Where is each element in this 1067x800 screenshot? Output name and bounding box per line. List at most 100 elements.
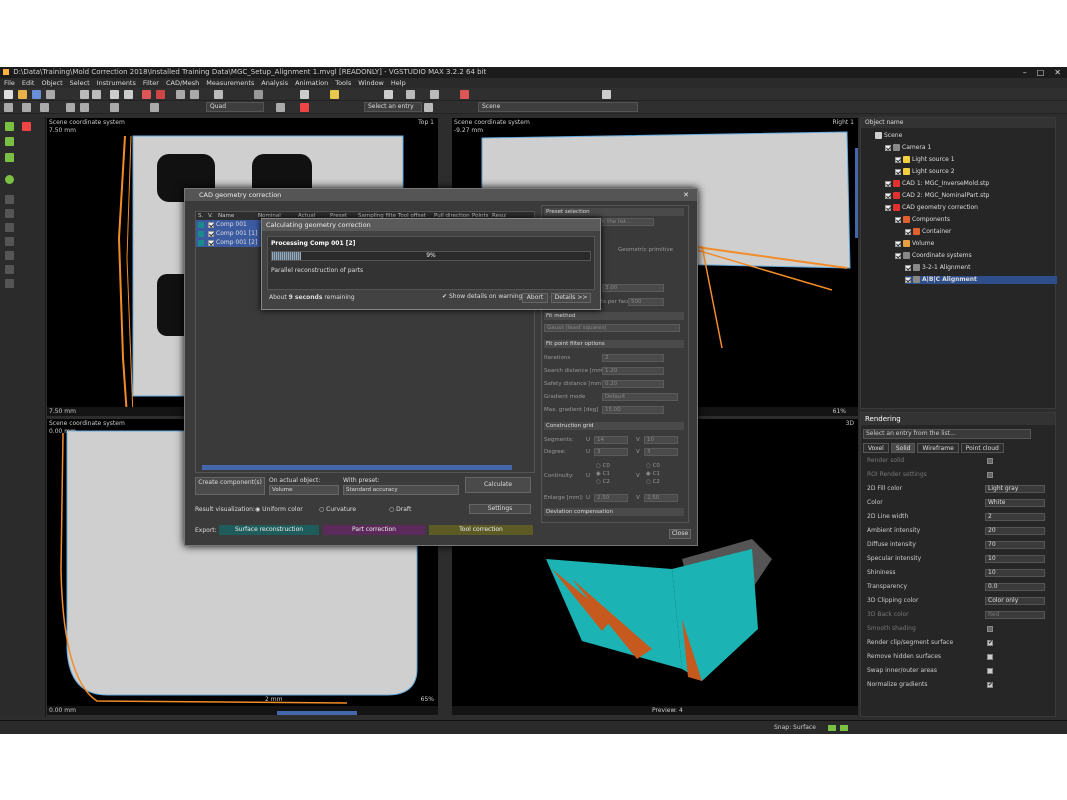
cut-icon[interactable]	[110, 90, 119, 99]
open-icon[interactable]	[18, 90, 27, 99]
degree-v-value[interactable]: 3	[644, 448, 678, 456]
create-components-button[interactable]: Create component(s)	[195, 477, 265, 495]
search-distance-value[interactable]: 1.20	[602, 367, 664, 375]
visible-checkbox[interactable]	[208, 239, 214, 246]
rendering-row-value[interactable]: 0.0	[985, 583, 1045, 591]
table-column-header[interactable]: S.	[198, 212, 206, 220]
visibility-checkbox[interactable]	[885, 204, 891, 211]
continuity-option[interactable]: ◉ C1	[596, 470, 610, 478]
iterations-value[interactable]: 2	[602, 354, 664, 362]
result-option-radio[interactable]: ○ Curvature	[319, 506, 356, 513]
print-icon[interactable]	[46, 90, 55, 99]
cross-icon[interactable]	[22, 122, 31, 131]
menu-item[interactable]: File	[4, 78, 15, 88]
import-icon[interactable]	[142, 90, 151, 99]
table-column-header[interactable]: Name	[218, 212, 256, 220]
menu-item[interactable]: Analysis	[261, 78, 288, 88]
volume-icon[interactable]	[156, 90, 165, 99]
object-tree-item[interactable]: Volume	[895, 240, 934, 248]
undo-icon[interactable]	[80, 90, 89, 99]
safety-distance-value[interactable]: 0.20	[602, 380, 664, 388]
rendering-row-value[interactable]: 70	[985, 541, 1045, 549]
view-icon[interactable]	[4, 103, 13, 112]
max-points-value[interactable]: 500	[628, 298, 664, 306]
actual-object-select[interactable]: Volume	[269, 485, 339, 495]
object-tree-item[interactable]: CAD geometry correction	[885, 204, 978, 212]
rendering-row-checkbox[interactable]	[987, 654, 993, 660]
geometric-primitive-option[interactable]: Geometric primitive	[618, 246, 673, 254]
menu-item[interactable]: Window	[358, 78, 384, 88]
continuity-option[interactable]: ◉ C1	[646, 470, 660, 478]
fit-method-select[interactable]: Gauss (least squares)	[544, 324, 680, 332]
enlarge-u-value[interactable]: 2.50	[594, 494, 628, 502]
rendering-row-value[interactable]: 10	[985, 555, 1045, 563]
visibility-checkbox[interactable]	[885, 180, 891, 187]
details-button[interactable]: Details >>	[551, 293, 591, 303]
pin-icon[interactable]	[424, 103, 433, 112]
enlarge-v-value[interactable]: 2.50	[644, 494, 678, 502]
max-gradient-value[interactable]: 15.00	[602, 406, 664, 414]
continuity-option[interactable]: ○ C0	[646, 462, 660, 470]
menu-item[interactable]: Animation	[295, 78, 328, 88]
render-icon[interactable]	[40, 103, 49, 112]
new-icon[interactable]	[4, 90, 13, 99]
rendering-row-checkbox[interactable]: ✔	[987, 639, 993, 646]
show-details-checkbox[interactable]: ✔ Show details on warnings	[442, 293, 525, 300]
tool-4-icon[interactable]	[5, 237, 14, 246]
object-tree-item[interactable]: CAD 1: MGC_InverseMold.stp	[885, 180, 989, 188]
visibility-checkbox[interactable]	[895, 168, 901, 175]
rendering-row-value[interactable]: White	[985, 499, 1045, 507]
tool-1-icon[interactable]	[5, 195, 14, 204]
rendering-row-value[interactable]: 10	[985, 569, 1045, 577]
cursor-icon[interactable]	[602, 90, 611, 99]
segments-u-value[interactable]: 14	[594, 436, 628, 444]
vertical-scrollbar[interactable]	[855, 148, 858, 238]
redo-icon[interactable]	[92, 90, 101, 99]
gradient-mode-select[interactable]: Default	[602, 393, 678, 401]
export-part-correction-button[interactable]: Part correction	[323, 525, 425, 535]
object-tree-item[interactable]: Scene	[875, 132, 902, 140]
scene-combo[interactable]: Scene	[478, 102, 638, 112]
visibility-checkbox[interactable]	[885, 192, 891, 199]
layout-combo[interactable]: Quad	[206, 102, 264, 112]
rendering-tab[interactable]: Solid	[890, 443, 916, 453]
tool-5-icon[interactable]	[5, 251, 14, 260]
camera-icon[interactable]	[276, 103, 285, 112]
move-icon[interactable]	[384, 90, 393, 99]
export-tool-correction-button[interactable]: Tool correction	[429, 525, 533, 535]
visibility-checkbox[interactable]	[905, 276, 911, 283]
rendering-tab[interactable]: Wireframe	[917, 443, 959, 453]
rendering-row-value[interactable]: 2	[985, 513, 1045, 521]
rendering-tab[interactable]: Point cloud	[960, 443, 1004, 453]
rendering-row-value[interactable]: Color only	[985, 597, 1045, 605]
continuity-option[interactable]: ○ C0	[596, 462, 610, 470]
region-icon[interactable]	[5, 137, 14, 146]
maximize-icon[interactable]: □	[1037, 67, 1045, 78]
table-column-header[interactable]: V.	[208, 212, 216, 220]
rendering-entry-select[interactable]: Select an entry from the list...	[863, 429, 1031, 439]
rendering-row-checkbox[interactable]	[987, 472, 993, 478]
tool-6-icon[interactable]	[5, 265, 14, 274]
menu-item[interactable]: Select	[70, 78, 90, 88]
rendering-row-checkbox[interactable]	[987, 458, 993, 464]
object-tree-item[interactable]: Camera 1	[885, 144, 931, 152]
menu-item[interactable]: Instruments	[97, 78, 136, 88]
warning-icon[interactable]	[300, 103, 309, 112]
visible-checkbox[interactable]	[208, 230, 214, 237]
rendering-tab[interactable]: Voxel	[863, 443, 889, 453]
object-tree-item[interactable]: A|B|C Alignment	[905, 276, 1057, 284]
paint-icon[interactable]	[460, 90, 469, 99]
dialog-close-icon[interactable]: ✕	[683, 189, 689, 201]
object-tree-item[interactable]: Container	[905, 228, 951, 236]
preset-select[interactable]: Standard accuracy	[343, 485, 459, 495]
continuity-option[interactable]: ○ C2	[596, 478, 610, 486]
save-icon[interactable]	[32, 90, 41, 99]
object-tree-item[interactable]: Light source 1	[895, 156, 955, 164]
copy-icon[interactable]	[124, 90, 133, 99]
object-tree-item[interactable]: Light source 2	[895, 168, 955, 176]
menu-item[interactable]: Help	[391, 78, 406, 88]
dialog-close-button[interactable]: Close	[669, 529, 691, 539]
object-tree-item[interactable]: Coordinate systems	[895, 252, 972, 260]
pan-icon[interactable]	[80, 103, 89, 112]
rendering-row-value[interactable]: Light gray	[985, 485, 1045, 493]
